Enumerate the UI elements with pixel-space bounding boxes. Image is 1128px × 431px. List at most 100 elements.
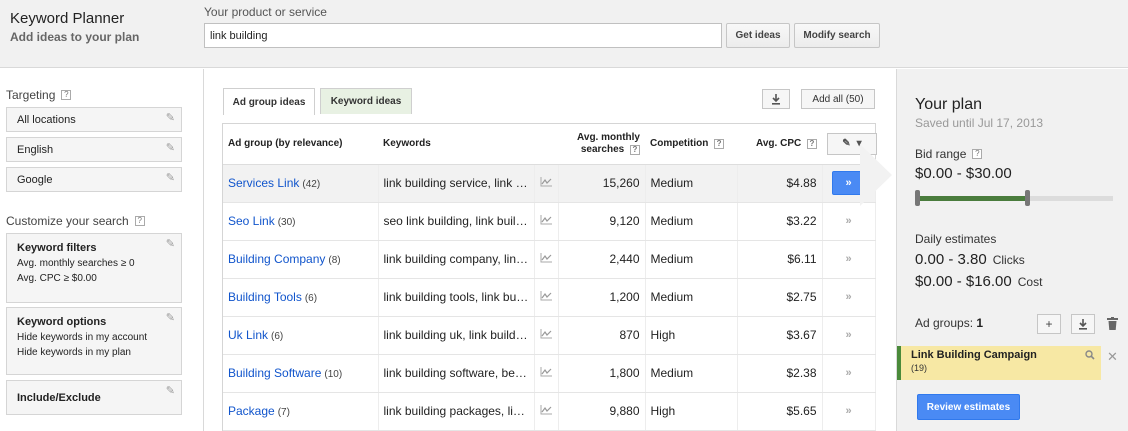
help-icon[interactable]: ? xyxy=(714,139,725,150)
double-chevron-right-icon[interactable]: » xyxy=(828,405,870,417)
pencil-icon[interactable]: ✎ xyxy=(166,171,175,184)
adgroup-link[interactable]: Package xyxy=(228,404,275,418)
trend-chart-icon[interactable] xyxy=(540,177,552,187)
add-all-button[interactable]: Add all (50) xyxy=(801,89,875,109)
keyword-options-title: Keyword options xyxy=(17,316,107,328)
slider-handle-min[interactable] xyxy=(915,190,920,206)
adgroup-cell: Services Link (42) xyxy=(223,164,379,203)
keyword-filters-box[interactable]: Keyword filters Avg. monthly searches ≥ … xyxy=(6,233,182,303)
trend-chart-icon[interactable] xyxy=(540,291,552,301)
trend-chart-icon[interactable] xyxy=(540,215,552,225)
slider-handle-max[interactable] xyxy=(1024,190,1030,206)
get-ideas-button[interactable]: Get ideas xyxy=(726,23,790,48)
add-cell: » xyxy=(822,202,876,241)
bid-range-slider[interactable] xyxy=(915,190,1113,206)
searches-cell: 15,260 xyxy=(558,164,646,203)
pencil-icon[interactable]: ✎ xyxy=(166,111,175,124)
table-row[interactable]: Building Tools (6) link building tools, li… xyxy=(223,278,876,317)
clicks-value: 0.00 - 3.80 xyxy=(915,251,987,268)
double-chevron-right-icon[interactable]: » xyxy=(828,253,870,265)
help-icon[interactable]: ? xyxy=(972,149,983,159)
bid-range-heading: Bid range ? xyxy=(915,147,983,161)
double-chevron-right-icon[interactable]: » xyxy=(828,291,870,303)
column-header-adgroup[interactable]: Ad group (by relevance) xyxy=(223,124,378,165)
pencil-icon[interactable]: ✎ xyxy=(166,237,175,250)
table-row[interactable]: Uk Link (6) link building uk, link buildin… xyxy=(223,316,876,355)
trash-icon[interactable] xyxy=(1107,317,1118,330)
trend-chart-icon[interactable] xyxy=(540,405,552,415)
column-header-cpc[interactable]: Avg. CPC ? xyxy=(737,124,822,165)
close-icon[interactable]: ✕ xyxy=(1107,349,1118,365)
column-header-keywords: Keywords xyxy=(378,124,534,165)
tab-keyword-ideas[interactable]: Keyword ideas xyxy=(320,88,412,114)
your-plan-panel: Your plan Saved until Jul 17, 2013 Bid r… xyxy=(896,69,1128,431)
trend-cell xyxy=(534,392,559,431)
include-exclude-box[interactable]: Include/Exclude ✎ xyxy=(6,380,182,415)
add-ad-group-button[interactable]: + xyxy=(1037,314,1061,334)
adgroup-link[interactable]: Building Company xyxy=(228,252,325,266)
keywords-cell: link building software, best link buildi… xyxy=(378,354,535,393)
double-chevron-right-icon[interactable]: » xyxy=(828,215,870,227)
table-row[interactable]: Seo Link (30) seo link building, link buil… xyxy=(223,202,876,241)
help-icon[interactable]: ? xyxy=(61,90,72,100)
plan-saved-text: Saved until Jul 17, 2013 xyxy=(915,116,1044,130)
clicks-estimate: 0.00 - 3.80 Clicks xyxy=(915,251,1025,268)
review-estimates-button[interactable]: Review estimates xyxy=(917,394,1020,420)
pencil-icon[interactable]: ✎ xyxy=(166,311,175,324)
network-field[interactable]: Google ✎ xyxy=(6,167,182,192)
campaign-item[interactable]: Link Building Campaign (19) xyxy=(897,346,1101,380)
adgroup-link[interactable]: Uk Link xyxy=(228,328,268,342)
table-row[interactable]: Package(7)link building packages, link b… xyxy=(223,392,876,431)
table-row[interactable]: Services Link (42) link building service, … xyxy=(223,164,876,203)
competition-header-label: Competition xyxy=(650,138,709,150)
download-plan-button[interactable] xyxy=(1071,314,1095,334)
column-header-competition[interactable]: Competition ? xyxy=(645,124,737,165)
ad-group-table: Ad group (by relevance) Keywords Avg. mo… xyxy=(222,123,877,431)
modify-search-button[interactable]: Modify search xyxy=(794,23,880,48)
keywords-cell: link building company, link building com… xyxy=(378,240,535,279)
help-icon[interactable]: ? xyxy=(807,139,817,150)
adgroup-keyword-count: (42) xyxy=(302,179,321,190)
competition-cell: Medium xyxy=(645,202,738,241)
product-label: Your product or service xyxy=(204,5,327,19)
competition-cell: High xyxy=(645,316,738,355)
help-icon[interactable]: ? xyxy=(134,216,145,226)
sidebar: Targeting ? All locations ✎ English ✎ Go… xyxy=(0,69,204,431)
campaign-count: (19) xyxy=(911,363,928,373)
help-icon[interactable]: ? xyxy=(630,144,640,155)
keyword-options-box[interactable]: Keyword options Hide keywords in my acco… xyxy=(6,307,182,375)
adgroup-cell: Building Tools (6) xyxy=(223,278,379,317)
trend-chart-icon[interactable] xyxy=(540,253,552,263)
double-chevron-right-icon[interactable]: » xyxy=(828,367,870,379)
double-chevron-right-icon[interactable]: » xyxy=(828,329,870,341)
competition-cell: Medium xyxy=(645,240,738,279)
searches-cell: 9,880 xyxy=(558,392,646,431)
clicks-unit: Clicks xyxy=(992,253,1025,267)
pencil-icon[interactable]: ✎ xyxy=(166,141,175,154)
download-button[interactable] xyxy=(762,89,790,109)
adgroup-link[interactable]: Services Link xyxy=(228,176,299,190)
trend-chart-icon[interactable] xyxy=(540,329,552,339)
adgroup-keyword-count: (10) xyxy=(324,369,343,380)
pencil-icon[interactable]: ✎ xyxy=(166,384,175,397)
product-input[interactable] xyxy=(204,23,722,48)
search-icon[interactable] xyxy=(1085,350,1095,360)
column-header-searches[interactable]: Avg. monthly searches ? xyxy=(534,124,645,165)
table-row[interactable]: Building Software (10) link building softw… xyxy=(223,354,876,393)
trend-chart-icon[interactable] xyxy=(540,367,552,377)
adgroup-link[interactable]: Building Tools xyxy=(228,290,302,304)
adgroup-cell: Package (7) xyxy=(223,392,379,431)
cpc-cell: $4.88 xyxy=(737,164,823,203)
language-field[interactable]: English ✎ xyxy=(6,137,182,162)
app-title: Keyword Planner xyxy=(10,10,125,27)
adgroup-cell: Building Company (8) xyxy=(223,240,379,279)
adgroup-link[interactable]: Seo Link xyxy=(228,214,275,228)
adgroup-link[interactable]: Building Software xyxy=(228,366,321,380)
location-field[interactable]: All locations ✎ xyxy=(6,107,182,132)
trend-cell xyxy=(534,354,559,393)
tab-ad-group-ideas[interactable]: Ad group ideas xyxy=(223,88,315,115)
table-row[interactable]: Building Company (8) link building company… xyxy=(223,240,876,279)
cpc-cell: $3.22 xyxy=(737,202,823,241)
adgroup-cell: Uk Link (6) xyxy=(223,316,379,355)
trend-cell xyxy=(534,278,559,317)
